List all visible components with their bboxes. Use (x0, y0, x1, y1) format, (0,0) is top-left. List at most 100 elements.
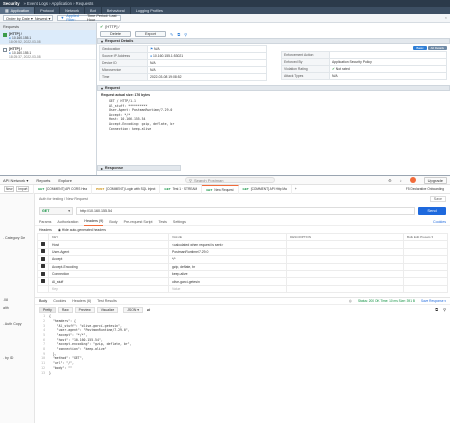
nav-tab-application[interactable]: ▦ Application (0, 7, 35, 14)
wrap-icon[interactable]: ⇌ (147, 307, 150, 312)
checkbox[interactable] (41, 249, 45, 254)
copy-icon[interactable]: ⧉ (435, 307, 438, 312)
checkbox[interactable] (3, 48, 7, 52)
sidebar-item-by-id[interactable]: . by ID (0, 354, 34, 362)
edit-icon[interactable]: ✎ (170, 32, 173, 37)
details-left-table: Geolocation ⚑ N/A Source IP Address ● 10.1… (99, 45, 267, 81)
table-row: Accept-Encoding gzip, deflate, br (37, 262, 448, 271)
applied-filter[interactable]: ▼ Applied Filter: Time Period: Last Hour (57, 14, 122, 22)
bulk-edit-button[interactable]: Bulk Edit (407, 235, 419, 239)
header-key[interactable]: Host (48, 240, 169, 249)
sidebar-item-auth-copy[interactable]: . Auth Copy (0, 320, 34, 328)
presets-button[interactable]: Presets ▾ (420, 235, 433, 239)
requests-list: Requests [HTTP] / ● 10.160.155.1 18:09:52… (0, 23, 97, 175)
header-key[interactable]: User-Agent (48, 247, 169, 257)
delete-button[interactable]: Delete (100, 31, 131, 37)
tab-request-4[interactable]: GET [COMMENT] API Http Ma (239, 184, 292, 194)
tab-request-3[interactable]: GET New Request (202, 184, 239, 194)
link-icon[interactable]: ⚲ (184, 32, 187, 37)
nav-tab-bot[interactable]: Bot (85, 7, 101, 14)
checkbox[interactable] (41, 271, 45, 276)
sidebar-item-alth[interactable]: alth (0, 304, 34, 312)
view-raw[interactable]: Raw (57, 306, 73, 313)
header-value[interactable]: */* (168, 255, 287, 264)
header-key[interactable]: Accept (48, 255, 169, 264)
checkbox[interactable] (41, 264, 45, 269)
nav-tab-logging-profiles[interactable]: Logging Profiles (131, 7, 168, 14)
tab-settings[interactable]: Settings (173, 220, 186, 224)
view-visualize[interactable]: Visualize (96, 306, 119, 313)
tab-basic[interactable]: Basic (413, 45, 427, 50)
plus-icon[interactable]: + (295, 187, 297, 191)
send-button[interactable]: Send (418, 206, 446, 215)
header-value[interactable]: PostmanRuntime/7.29.0 (168, 247, 287, 257)
search-icon[interactable]: ⚲ (443, 307, 446, 312)
chevron-down-icon: ▾ (68, 208, 70, 213)
header-key[interactable]: Connection (48, 269, 169, 279)
view-preview[interactable]: Preview (74, 306, 95, 313)
tab-tests[interactable]: Tests (159, 220, 167, 224)
explore-link[interactable]: Explore (58, 178, 72, 183)
response-header[interactable]: ▸ Response (97, 165, 181, 171)
checkbox[interactable] (3, 33, 7, 37)
import-button[interactable]: Import (16, 186, 30, 192)
header-value[interactable]: <calculated when request is sent> (168, 240, 287, 249)
tab-resp-cookies[interactable]: Cookies (53, 299, 66, 303)
tab-pre-request[interactable]: Pre-request Script (124, 220, 153, 224)
postman-main: Auth for testing / New Request Save GET ▾… (35, 194, 450, 423)
headers-table: KEY VALUE DESCRIPTION Bulk Edit Presets … (37, 232, 448, 294)
search-input[interactable]: ⚲ Search Postman (185, 177, 275, 183)
tab-all-details[interactable]: All Details (427, 45, 447, 50)
new-button[interactable]: New (4, 186, 15, 192)
tab-resp-body[interactable]: Body (39, 299, 47, 303)
close-icon[interactable]: × (445, 16, 447, 20)
list-item[interactable]: [HTTP] / ● 10.160.155.1 18:09:52, 2022-03… (0, 30, 96, 45)
code-text: "accept-encoding": "gzip, deflate, br", (49, 342, 132, 347)
hide-auto-toggle[interactable]: ◉ Hide auto-generated headers (58, 228, 106, 232)
copy-icon[interactable]: ⧉ (177, 32, 180, 37)
url-input[interactable]: http://10.160.155.54 (76, 206, 415, 215)
checkbox[interactable] (41, 256, 45, 261)
save-response-button[interactable]: Save Response ▾ (421, 299, 446, 303)
tab-body[interactable]: Body (109, 220, 117, 224)
view-pretty[interactable]: Pretty (39, 306, 56, 313)
nav-tab-protocol[interactable]: Protocol (35, 7, 59, 14)
tab-test-results[interactable]: Test Results (97, 299, 117, 303)
checkbox[interactable] (41, 242, 45, 247)
bell-icon[interactable]: ♪ (400, 178, 402, 183)
header-value[interactable]: keep-alive (168, 269, 287, 279)
sidebar-item-08[interactable]: .08 (0, 296, 34, 304)
environment-select[interactable]: F5 Declarative Onboarding (406, 187, 444, 191)
header-value[interactable]: Value (168, 284, 287, 294)
save-button[interactable]: Save (429, 195, 446, 202)
tab-request-1[interactable]: POST [COMMENT] Login with SQL Inject (92, 184, 161, 194)
tab-authorization[interactable]: Authorization (57, 220, 78, 224)
tab-request-0[interactable]: GET [COMMENT] API CORS Hea (34, 184, 93, 194)
tab-resp-headers[interactable]: Headers (6) (72, 299, 91, 303)
tab-headers[interactable]: Headers (9) (84, 218, 104, 226)
cookies-link[interactable]: Cookies (433, 220, 446, 224)
workspace-menu[interactable]: API Network ▾ (3, 178, 28, 183)
reports-link[interactable]: Reports (36, 178, 50, 183)
gear-icon[interactable]: ⚙ (388, 178, 392, 183)
upgrade-button[interactable]: Upgrade (423, 176, 447, 184)
method-select[interactable]: GET ▾ (39, 206, 73, 215)
nav-tab-behavioral[interactable]: Behavioral (102, 7, 130, 14)
header-key[interactable]: Al_stuff (48, 277, 169, 286)
sidebar-item-category[interactable]: . Category De (0, 234, 34, 242)
tab-params[interactable]: Params (39, 220, 51, 224)
header-value[interactable]: gzip, deflate, br (168, 262, 287, 271)
code-line: 13} (37, 371, 450, 376)
tab-request-2[interactable]: GET Test 1 · STREAM (160, 184, 203, 194)
code-text: "host": "10.160.155.54", (49, 337, 103, 342)
list-item[interactable]: [HTTP] / ● 10.160.155.1 18:25:37, 2022-03… (0, 45, 96, 60)
avatar[interactable] (409, 177, 416, 183)
order-select[interactable]: Order by Date ▾ Newest ▾ (3, 15, 54, 21)
checkbox[interactable] (41, 279, 45, 284)
nav-tab-network[interactable]: Network (60, 7, 84, 14)
export-button[interactable]: Export (134, 31, 166, 37)
header-value[interactable]: olive-garcí-getesín (168, 277, 287, 286)
header-key[interactable]: Key (48, 284, 169, 294)
format-select[interactable]: JSON ▾ (123, 306, 143, 313)
header-key[interactable]: Accept-Encoding (48, 262, 169, 271)
